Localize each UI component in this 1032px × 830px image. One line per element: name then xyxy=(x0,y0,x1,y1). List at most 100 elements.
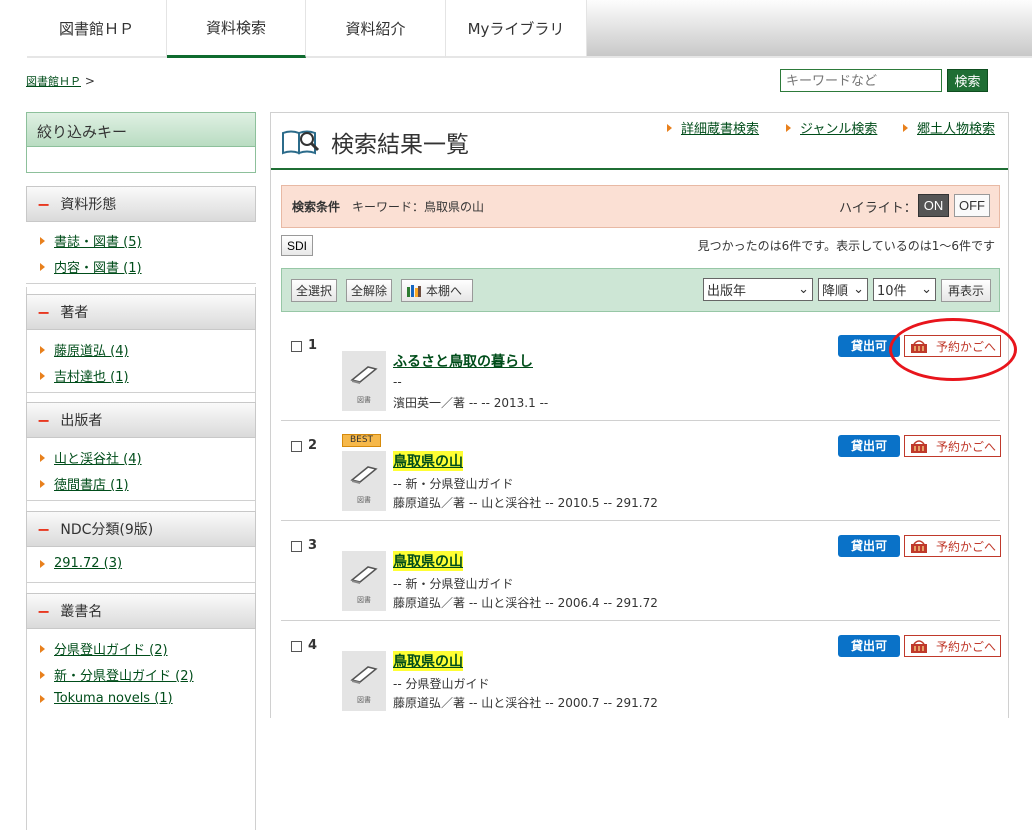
thumbnail-caption: 図書 xyxy=(357,696,371,704)
facet-item[interactable]: 分県登山ガイド (2) xyxy=(40,639,168,658)
facet-link[interactable]: 内容・図書 (1) xyxy=(54,257,142,276)
thumbnail-caption: 図書 xyxy=(357,596,371,604)
thumbnail-caption: 図書 xyxy=(357,396,371,404)
result-title-link[interactable]: ふるさと鳥取の暮らし xyxy=(393,351,533,371)
facet-link[interactable]: 徳間書店 (1) xyxy=(54,474,129,493)
local-person-search-link[interactable]: 郷土人物検索 xyxy=(917,118,995,137)
result-title-link[interactable]: 鳥取県の山 xyxy=(393,651,463,671)
redisplay-button[interactable]: 再表示 xyxy=(941,279,991,302)
book-thumbnail: 図書 xyxy=(342,651,386,711)
collapse-icon: − xyxy=(37,601,51,621)
result-number: 4 xyxy=(308,638,318,653)
sort-order-select[interactable]: 降順 ⌄ xyxy=(818,278,868,301)
facet-item[interactable]: 吉村達也 (1) xyxy=(40,366,129,385)
chevron-down-icon: ⌄ xyxy=(798,282,809,297)
result-checkbox[interactable] xyxy=(291,641,302,652)
select-all-button[interactable]: 全選択 xyxy=(291,279,338,302)
collapse-icon: − xyxy=(37,302,51,322)
facet-link[interactable]: Tokuma novels (1) xyxy=(54,691,173,706)
sort-order-value: 降順 xyxy=(822,284,849,299)
facet-link[interactable]: 書誌・図書 (5) xyxy=(54,231,142,250)
per-page-select[interactable]: 10件 ⌄ xyxy=(873,278,936,301)
sort-field-value: 出版年 xyxy=(707,284,747,299)
result-number: 2 xyxy=(308,438,318,453)
result-checkbox[interactable] xyxy=(291,341,302,352)
result-checkbox[interactable] xyxy=(291,541,302,552)
breadcrumb-home-link[interactable]: 図書館ＨＰ xyxy=(26,75,81,88)
divider xyxy=(26,283,256,284)
group-title: 叢書名 xyxy=(60,604,103,620)
book-thumbnail: 図書 xyxy=(342,351,386,411)
triangle-icon xyxy=(40,479,45,488)
deselect-all-button[interactable]: 全解除 xyxy=(346,279,393,302)
advanced-search-link[interactable]: 詳細蔵書検索 xyxy=(681,118,759,137)
result-number: 1 xyxy=(308,338,318,353)
availability-badge: 貸出可 xyxy=(838,435,900,457)
triangle-icon xyxy=(903,123,908,132)
result-details: 濱田英一／著 -- -- 2013.1 -- xyxy=(393,396,549,410)
tab-search[interactable]: 資料検索 xyxy=(167,0,306,58)
facet-item[interactable]: 徳間書店 (1) xyxy=(40,474,129,493)
tab-library-hp[interactable]: 図書館ＨＰ xyxy=(27,0,167,58)
sort-field-select[interactable]: 出版年 ⌄ xyxy=(703,278,813,301)
facet-item[interactable]: Tokuma novels (1) xyxy=(40,691,173,706)
per-page-value: 10件 xyxy=(877,284,907,299)
chevron-down-icon: ⌄ xyxy=(921,282,932,297)
highlight-off-button[interactable]: OFF xyxy=(954,194,990,217)
result-details: 藤原道弘／著 -- 山と渓谷社 -- 2006.4 -- 291.72 xyxy=(393,596,658,610)
result-title-link[interactable]: 鳥取県の山 xyxy=(393,451,463,471)
sdi-button[interactable]: SDI xyxy=(281,235,313,256)
keyword-search-input[interactable] xyxy=(780,69,942,92)
group-author[interactable]: − 著者 xyxy=(26,294,256,330)
cart-label: 予約かごへ xyxy=(936,539,997,554)
link-advanced-search[interactable]: 詳細蔵書検索 xyxy=(667,118,759,137)
collapse-icon: − xyxy=(37,519,51,539)
group-title: 出版者 xyxy=(60,413,103,429)
facet-link[interactable]: 吉村達也 (1) xyxy=(54,366,129,385)
facet-item[interactable]: 291.72 (3) xyxy=(40,556,122,571)
result-row: 4 図書 鳥取県の山 -- 分県登山ガイド 藤原道弘／著 -- 山と渓谷社 --… xyxy=(281,621,1001,721)
facet-item[interactable]: 新・分県登山ガイド (2) xyxy=(40,665,194,684)
highlight-on-button[interactable]: ON xyxy=(918,194,949,217)
group-material-type[interactable]: − 資料形態 xyxy=(26,186,256,222)
facet-link[interactable]: 分県登山ガイド (2) xyxy=(54,639,168,658)
collapse-icon: − xyxy=(37,410,51,430)
link-genre-search[interactable]: ジャンル検索 xyxy=(786,118,877,137)
facet-link[interactable]: 291.72 (3) xyxy=(54,556,122,571)
facet-item[interactable]: 山と渓谷社 (4) xyxy=(40,448,142,467)
result-title-link[interactable]: 鳥取県の山 xyxy=(393,551,463,571)
genre-search-link[interactable]: ジャンル検索 xyxy=(800,118,877,137)
book-icon xyxy=(350,466,378,484)
thumbnail-caption: 図書 xyxy=(357,496,371,504)
cart-label: 予約かごへ xyxy=(936,439,997,454)
triangle-icon xyxy=(40,345,45,354)
tab-my-library[interactable]: Myライブラリ xyxy=(446,0,587,58)
triangle-icon xyxy=(40,559,45,568)
group-ndc[interactable]: − NDC分類(9版) xyxy=(26,511,256,547)
facet-link[interactable]: 藤原道弘 (4) xyxy=(54,340,129,359)
annotation-circle xyxy=(889,318,1017,381)
sidebar: 絞り込みキー − 資料形態 書誌・図書 (5) 内容・図書 (1) − 著者 藤原道… xyxy=(26,112,256,830)
triangle-icon xyxy=(786,123,791,132)
add-to-reservation-cart-button[interactable]: 予約かごへ xyxy=(904,535,1001,557)
book-thumbnail: 図書 xyxy=(342,551,386,611)
results-header: 検索結果一覧 詳細蔵書検索 ジャンル検索 郷土人物検索 xyxy=(271,113,1008,170)
facet-item[interactable]: 藤原道弘 (4) xyxy=(40,340,129,359)
group-series[interactable]: − 叢書名 xyxy=(26,593,256,629)
group-publisher[interactable]: − 出版者 xyxy=(26,402,256,438)
book-icon xyxy=(350,666,378,684)
add-to-shelf-button[interactable]: 本棚へ xyxy=(401,279,473,302)
facet-link[interactable]: 新・分県登山ガイド (2) xyxy=(54,665,194,684)
add-to-reservation-cart-button[interactable]: 予約かごへ xyxy=(904,435,1001,457)
result-details: 藤原道弘／著 -- 山と渓谷社 -- 2000.7 -- 291.72 xyxy=(393,696,658,710)
triangle-icon xyxy=(40,262,45,271)
add-to-reservation-cart-button[interactable]: 予約かごへ xyxy=(904,635,1001,657)
facet-item[interactable]: 書誌・図書 (5) xyxy=(40,231,142,250)
result-checkbox[interactable] xyxy=(291,441,302,452)
facet-link[interactable]: 山と渓谷社 (4) xyxy=(54,448,142,467)
facet-item[interactable]: 内容・図書 (1) xyxy=(40,257,142,276)
link-local-person-search[interactable]: 郷土人物検索 xyxy=(903,118,995,137)
tab-introduction[interactable]: 資料紹介 xyxy=(306,0,446,58)
breadcrumb-separator: > xyxy=(84,74,95,88)
search-button[interactable]: 検索 xyxy=(947,69,988,92)
